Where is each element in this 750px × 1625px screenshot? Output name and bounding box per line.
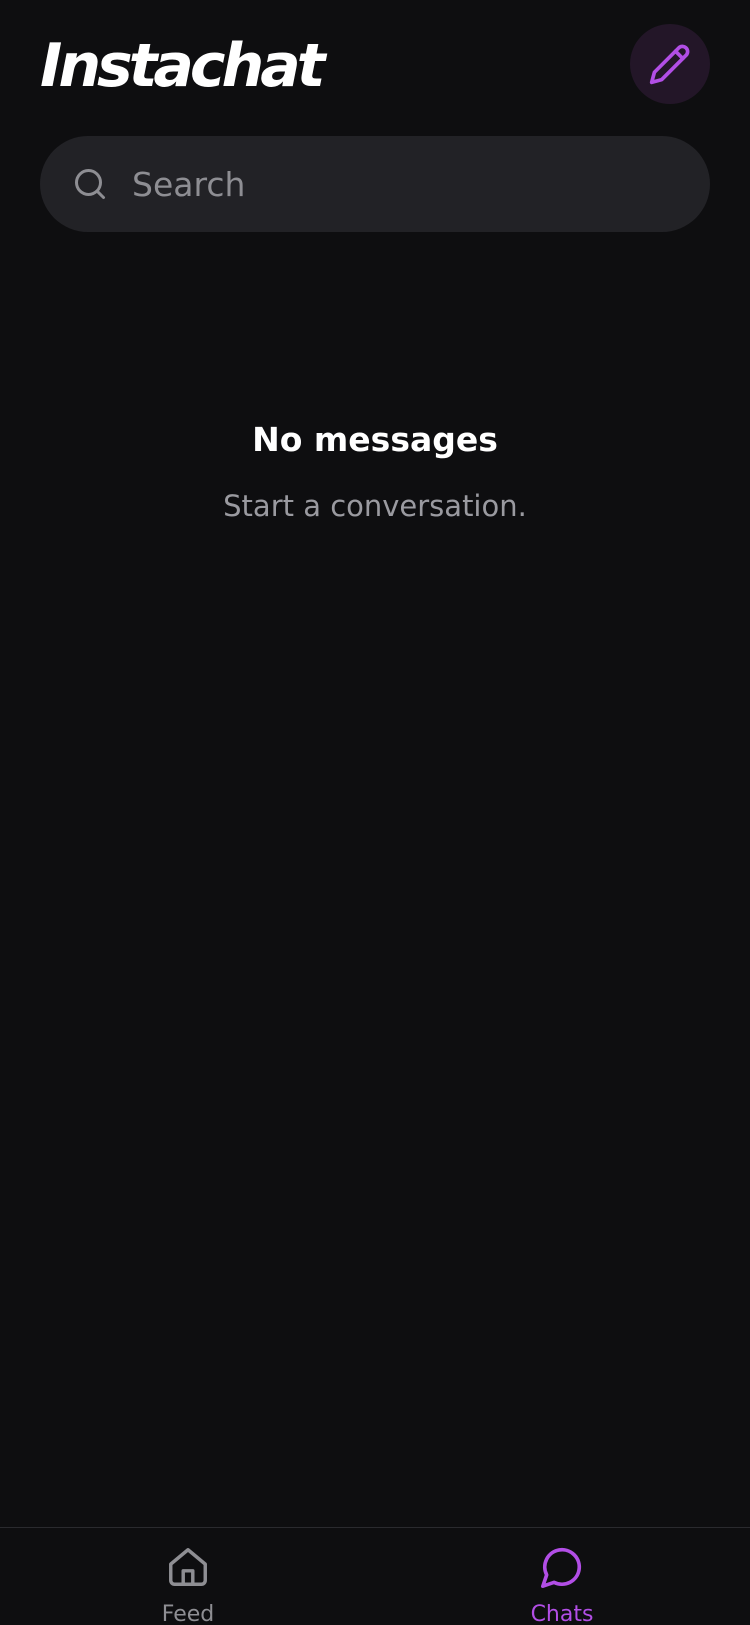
nav-label-feed: Feed (161, 1602, 215, 1625)
empty-state-subtitle: Start a conversation. (223, 489, 527, 523)
search-icon (72, 166, 108, 202)
nav-label-chats: Chats (530, 1602, 594, 1625)
search-bar[interactable] (40, 136, 710, 232)
bottom-nav: Feed Chats (0, 1527, 750, 1625)
nav-item-chats[interactable]: Chats (462, 1528, 662, 1625)
nav-item-feed[interactable]: Feed (88, 1528, 288, 1625)
app-title: Instachat (40, 31, 325, 101)
pencil-icon (648, 42, 692, 86)
search-input[interactable] (132, 154, 710, 214)
home-icon (165, 1544, 211, 1590)
empty-state-title: No messages (252, 420, 498, 459)
compose-button[interactable] (630, 24, 710, 104)
chat-bubble-icon (539, 1544, 585, 1590)
